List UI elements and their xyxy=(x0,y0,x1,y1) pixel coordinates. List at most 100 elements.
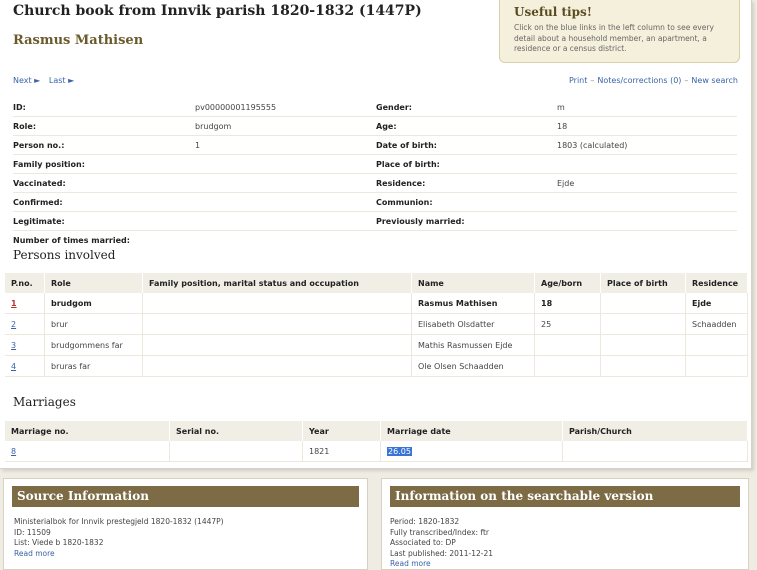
print-link[interactable]: Print xyxy=(569,76,587,85)
person-link[interactable]: 4 xyxy=(11,362,16,371)
birthplace-cell xyxy=(600,355,686,377)
detail-label: Previously married: xyxy=(376,217,465,226)
tips-text: Click on the blue links in the left colu… xyxy=(514,23,714,53)
detail-value: 18 xyxy=(557,122,568,131)
role-cell: bruras far xyxy=(44,355,143,377)
marriages-heading: Marriages xyxy=(13,395,76,409)
role-cell: brudgom xyxy=(44,293,143,314)
table-row: 1 brudgom Rasmus Mathisen 18 Ejde xyxy=(5,293,748,314)
birthplace-cell xyxy=(600,293,686,314)
column-header: Residence xyxy=(685,273,748,293)
marriage-link[interactable]: 8 xyxy=(11,447,16,456)
age-cell: 18 xyxy=(534,293,601,314)
detail-value: 1 xyxy=(195,141,201,150)
detail-row: Family position: Place of birth: xyxy=(13,155,737,174)
detail-label: Family position: xyxy=(13,160,85,169)
person-link[interactable]: 2 xyxy=(11,320,16,329)
source-line: Ministerialbok for Innvik prestegjeld 18… xyxy=(14,517,224,526)
residence-cell: Ejde xyxy=(685,293,748,314)
column-header: Marriage no. xyxy=(5,421,170,441)
age-cell xyxy=(534,355,601,377)
age-cell xyxy=(534,334,601,356)
detail-value: Ejde xyxy=(557,179,575,188)
source-line: List: Viede b 1820-1832 xyxy=(14,538,104,547)
column-header: Family position, marital status and occu… xyxy=(142,273,412,293)
detail-row: ID: pv00000001195555 Gender: m xyxy=(13,98,737,117)
detail-label: Place of birth: xyxy=(376,160,440,169)
role-cell: brudgommens far xyxy=(44,334,143,356)
residence-cell xyxy=(685,334,748,356)
table-header-row: Marriage no. Serial no. Year Marriage da… xyxy=(5,421,748,441)
read-more-link[interactable]: Read more xyxy=(14,549,367,560)
name-cell: Mathis Rasmussen Ejde xyxy=(411,334,535,356)
info-line: Associated to: DP xyxy=(390,538,456,547)
serial-cell xyxy=(169,441,303,462)
new-search-link[interactable]: New search xyxy=(691,76,738,85)
searchable-version-heading: Information on the searchable version xyxy=(390,486,740,507)
column-header: P.no. xyxy=(5,273,45,293)
pno-cell: 4 xyxy=(5,355,45,377)
person-details: ID: pv00000001195555 Gender: m Role: bru… xyxy=(13,98,737,249)
name-cell: Ole Olsen Schaadden xyxy=(411,355,535,377)
tool-links: Print – Notes/corrections (0) – New search xyxy=(569,76,738,85)
detail-row: Number of times married: xyxy=(13,231,737,249)
detail-row: Confirmed: Communion: xyxy=(13,193,737,212)
person-link[interactable]: 3 xyxy=(11,341,16,350)
pno-cell: 3 xyxy=(5,334,45,356)
useful-tips-box: Useful tips! Click on the blue links in … xyxy=(499,0,740,63)
notes-corrections-link[interactable]: Notes/corrections (0) xyxy=(597,76,681,85)
table-row: 8 1821 26.05 xyxy=(5,441,748,462)
source-information-body: Ministerialbok for Innvik prestegjeld 18… xyxy=(14,517,367,559)
next-link[interactable]: Next ► xyxy=(13,76,40,85)
selected-date-text: 26.05 xyxy=(387,446,412,456)
detail-label: Role: xyxy=(13,122,37,131)
marriage-no-cell: 8 xyxy=(5,441,170,462)
detail-label: Gender: xyxy=(376,103,412,112)
marriages-table: Marriage no. Serial no. Year Marriage da… xyxy=(5,421,748,462)
last-link[interactable]: Last ► xyxy=(49,76,74,85)
table-row: 2 brur Elisabeth Olsdatter 25 Schaadden xyxy=(5,313,748,335)
info-line: Fully transcribed/Index: ftr xyxy=(390,527,489,537)
persons-table: P.no. Role Family position, marital stat… xyxy=(5,273,748,377)
read-more-link[interactable]: Read more xyxy=(390,559,748,570)
source-information-box: Source Information Ministerialbok for In… xyxy=(3,478,368,570)
detail-value: 1803 (calculated) xyxy=(557,141,628,150)
name-cell: Rasmus Mathisen xyxy=(411,293,535,314)
detail-label: Date of birth: xyxy=(376,141,437,150)
info-line: Last published: 2011-12-21 xyxy=(390,548,493,558)
info-line: Period: 1820-1832 xyxy=(390,517,460,526)
detail-label: Communion: xyxy=(376,198,433,207)
separator: – xyxy=(590,76,595,85)
age-cell: 25 xyxy=(534,313,601,335)
record-navigation: Next ► Last ► xyxy=(13,76,80,85)
table-row: 4 bruras far Ole Olsen Schaadden xyxy=(5,355,748,377)
detail-label: Legitimate: xyxy=(13,217,65,226)
detail-label: Residence: xyxy=(376,179,426,188)
residence-cell: Schaadden xyxy=(685,313,748,335)
detail-row: Role: brudgom Age: 18 xyxy=(13,117,737,136)
detail-label: Confirmed: xyxy=(13,198,63,207)
birthplace-cell xyxy=(600,313,686,335)
marriage-date-cell: 26.05 xyxy=(380,441,563,462)
detail-label: Person no.: xyxy=(13,141,65,150)
column-header: Place of birth xyxy=(600,273,686,293)
column-header: Age/born xyxy=(534,273,601,293)
person-name: Rasmus Mathisen xyxy=(13,33,144,48)
source-line: ID: 11509 xyxy=(14,527,51,537)
residence-cell xyxy=(685,355,748,377)
name-cell: Elisabeth Olsdatter xyxy=(411,313,535,335)
tips-title: Useful tips! xyxy=(514,5,592,19)
family-cell xyxy=(142,355,412,377)
page-title: Church book from Innvik parish 1820-1832… xyxy=(13,3,422,19)
detail-value: brudgom xyxy=(195,122,232,131)
person-link[interactable]: 1 xyxy=(11,299,17,308)
column-header: Year xyxy=(302,421,381,441)
detail-label: Vaccinated: xyxy=(13,179,66,188)
family-cell xyxy=(142,334,412,356)
parish-cell xyxy=(562,441,748,462)
table-header-row: P.no. Role Family position, marital stat… xyxy=(5,273,748,293)
main-panel: Church book from Innvik parish 1820-1832… xyxy=(0,0,752,469)
pno-cell: 1 xyxy=(5,293,45,314)
detail-label: ID: xyxy=(13,103,26,112)
table-row: 3 brudgommens far Mathis Rasmussen Ejde xyxy=(5,334,748,356)
